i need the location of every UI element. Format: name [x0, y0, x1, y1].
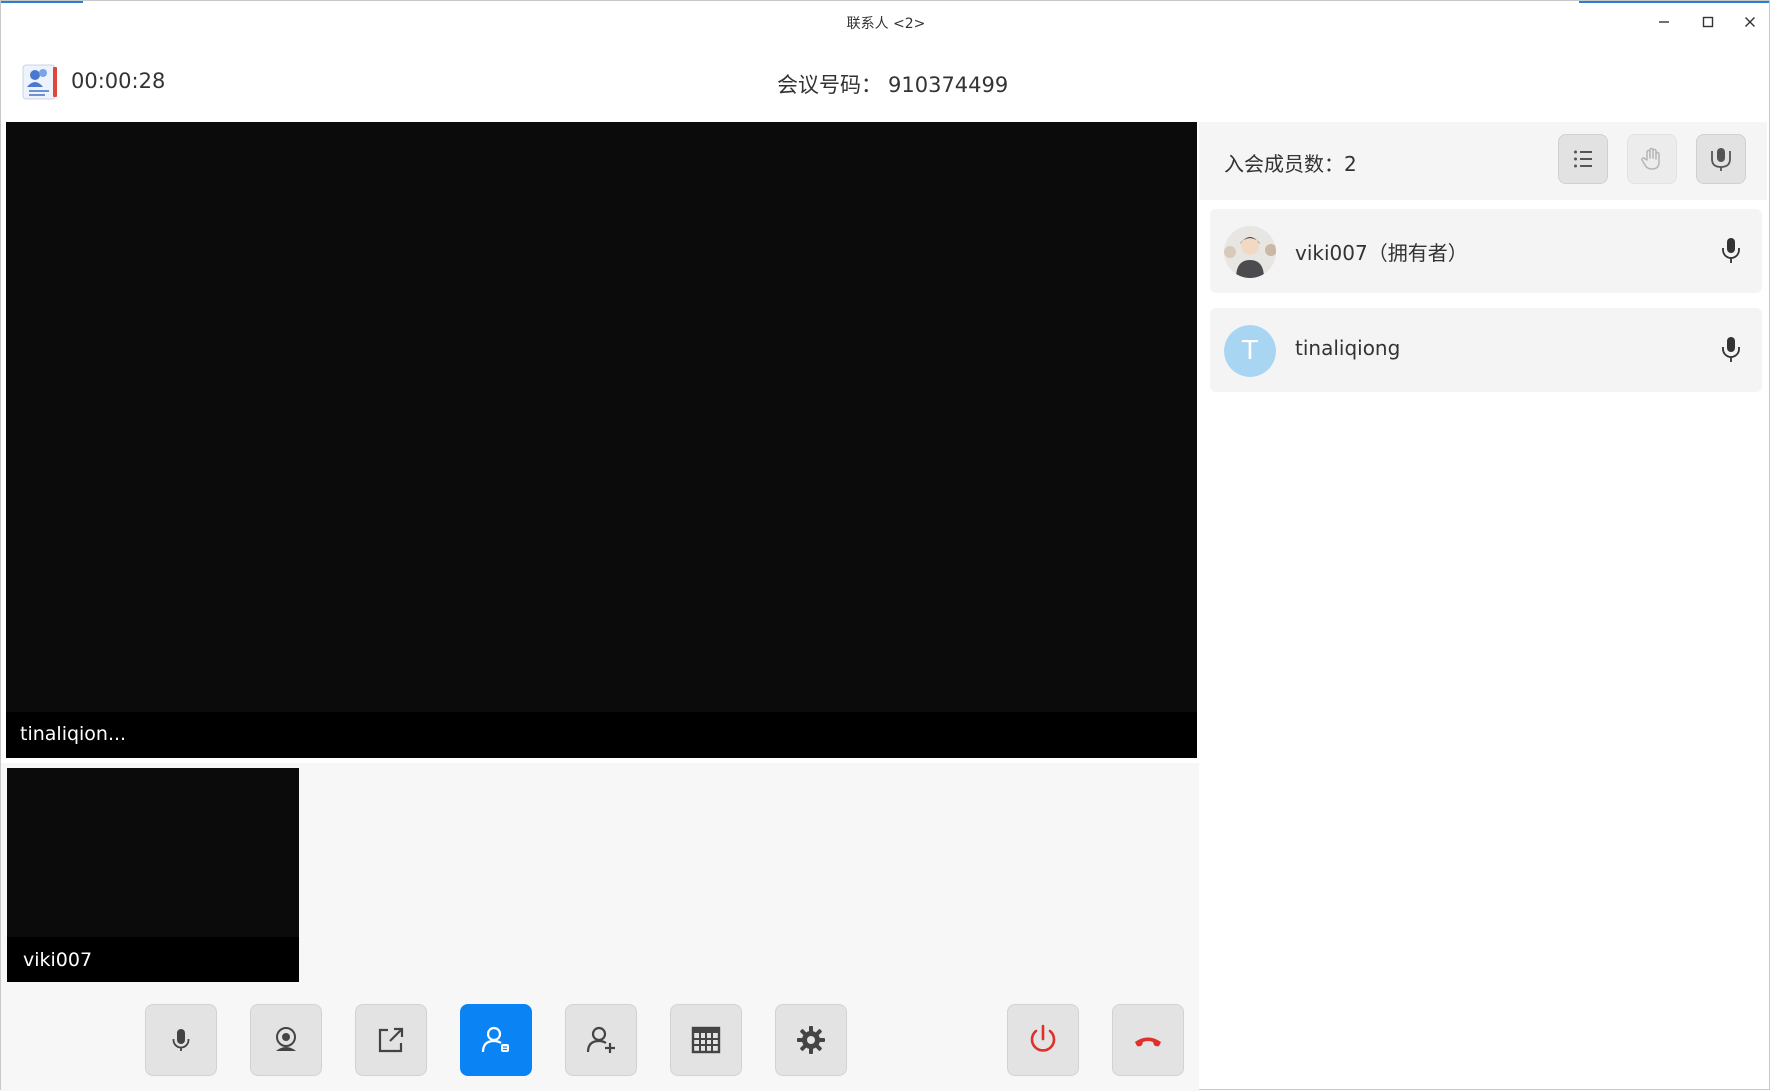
participant-thumbnail[interactable]: viki007: [7, 768, 299, 982]
gear-icon: [797, 1026, 825, 1054]
microphone-icon: [172, 1029, 190, 1051]
camera-icon: [276, 1027, 296, 1051]
close-button[interactable]: [1735, 9, 1765, 35]
members-panel-header: 入会成员数：2: [1199, 122, 1767, 200]
hang-up-icon: [1135, 1037, 1161, 1047]
meeting-id-value: 910374499: [888, 73, 1009, 97]
minimize-icon: [1659, 21, 1669, 23]
meeting-id-label: 会议号码：: [777, 73, 882, 97]
raise-hand-button[interactable]: [1627, 134, 1677, 184]
member-list-icon: [481, 1026, 509, 1053]
settings-button[interactable]: [775, 1004, 847, 1076]
member-list-button[interactable]: [460, 1004, 532, 1076]
member-name: viki007（拥有者）: [1295, 241, 1468, 265]
members-panel: 入会成员数：2 viki007（拥有者） T tinaliqiong: [1199, 122, 1767, 1089]
mute-all-icon: [1711, 148, 1731, 171]
hang-up-button[interactable]: [1112, 1004, 1184, 1076]
main-video-name-bar: tinaliqion...: [6, 712, 1197, 758]
minimize-button[interactable]: [1649, 9, 1679, 35]
microphone-button[interactable]: [145, 1004, 217, 1076]
member-mic-status[interactable]: [1720, 237, 1742, 269]
window-title: 联系人 <2>: [846, 16, 926, 32]
member-mic-status[interactable]: [1720, 336, 1742, 368]
member-item[interactable]: T tinaliqiong: [1210, 308, 1762, 392]
meeting-id-display: 会议号码： 910374499: [777, 69, 1008, 99]
thumbnail-name-bar: viki007: [7, 937, 299, 982]
thumbnail-participant-label: viki007: [23, 949, 93, 971]
member-avatar: [1224, 226, 1276, 278]
member-name: tinaliqiong: [1295, 336, 1401, 360]
power-icon: [1030, 1024, 1056, 1052]
maximize-icon: [1702, 16, 1714, 28]
thumbnail-strip: viki007: [1, 763, 1199, 985]
main-video-participant-label: tinaliqion...: [20, 723, 127, 745]
camera-button[interactable]: [250, 1004, 322, 1076]
mute-all-button[interactable]: [1696, 134, 1746, 184]
maximize-button[interactable]: [1693, 9, 1723, 35]
share-screen-button[interactable]: [355, 1004, 427, 1076]
microphone-icon: [1722, 337, 1740, 362]
app-window: 联系人 <2> 00:00:28 会议号码： 910374499 tinaliq…: [0, 0, 1770, 1091]
invite-member-button[interactable]: [565, 1004, 637, 1076]
microphone-icon: [1722, 238, 1740, 263]
invite-member-icon: [586, 1026, 615, 1053]
meeting-header: 00:00:28 会议号码： 910374499: [1, 53, 1770, 111]
contacts-app-icon: [19, 61, 61, 103]
grid-layout-button[interactable]: [670, 1004, 742, 1076]
main-video-view[interactable]: tinaliqion...: [6, 122, 1197, 758]
share-screen-icon: [378, 1027, 404, 1053]
list-icon: [1574, 150, 1592, 168]
grid-layout-icon: [691, 1026, 721, 1054]
member-avatar: T: [1224, 325, 1276, 377]
member-item[interactable]: viki007（拥有者）: [1210, 209, 1762, 293]
leave-meeting-button[interactable]: [1007, 1004, 1079, 1076]
member-list-view-button[interactable]: [1558, 134, 1608, 184]
call-toolbar: [1, 985, 1199, 1091]
close-icon: [1745, 17, 1755, 27]
svg-text:T: T: [1241, 336, 1258, 366]
call-timer: 00:00:28: [71, 69, 166, 93]
raise-hand-icon: [1641, 147, 1660, 170]
member-count-label: 入会成员数：2: [1224, 152, 1357, 176]
title-bar: 联系人 <2>: [1, 1, 1770, 43]
